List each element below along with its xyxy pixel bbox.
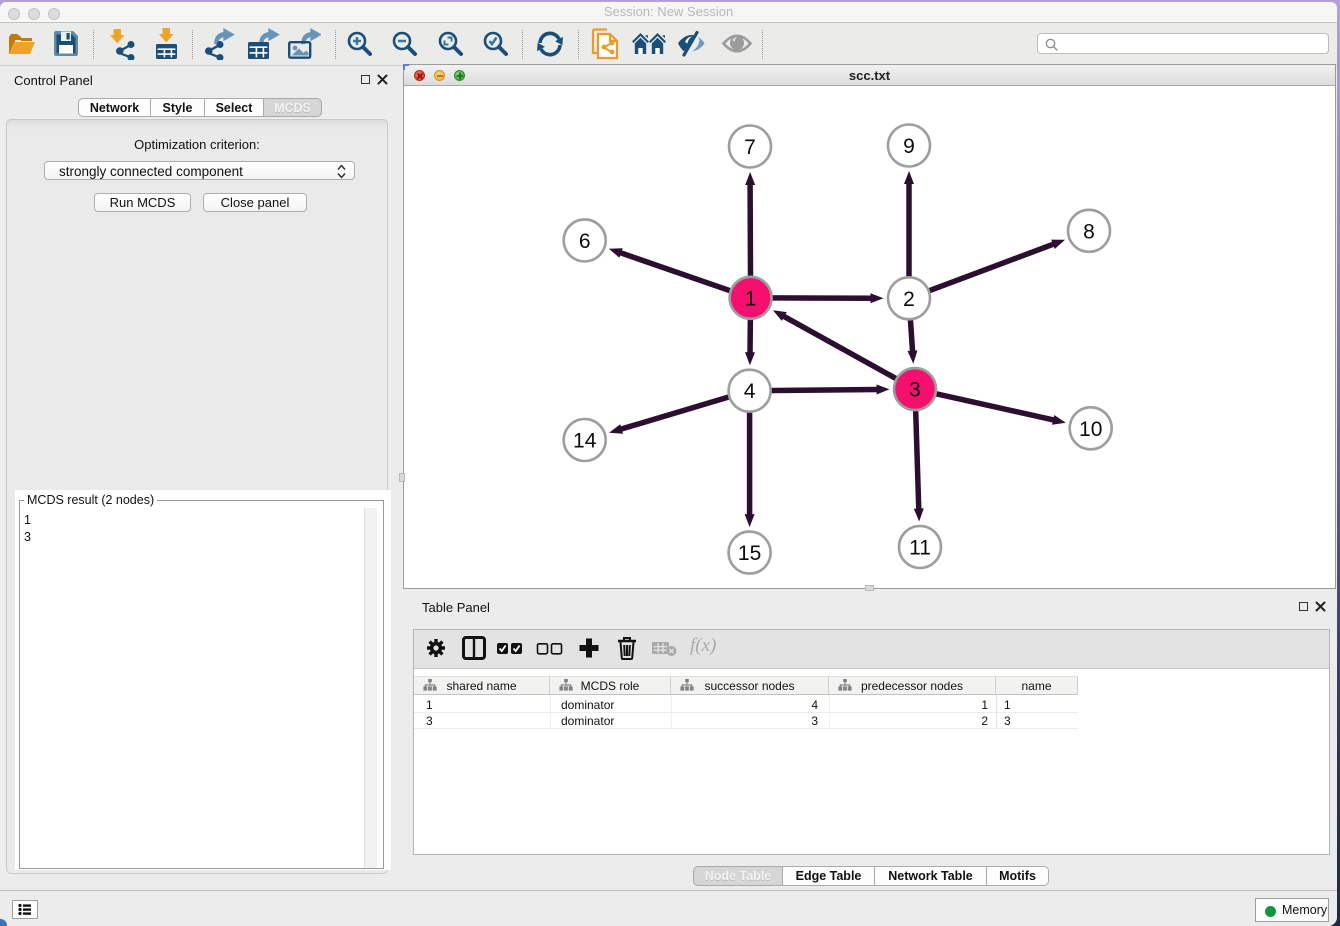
svg-text:3: 3 xyxy=(909,379,921,402)
svg-text:8: 8 xyxy=(1083,220,1095,243)
svg-text:6: 6 xyxy=(579,230,591,253)
svg-text:4: 4 xyxy=(744,380,756,403)
svg-text:1: 1 xyxy=(745,287,757,310)
svg-text:2: 2 xyxy=(903,288,915,311)
svg-text:9: 9 xyxy=(903,135,915,158)
svg-text:14: 14 xyxy=(573,430,597,453)
svg-text:10: 10 xyxy=(1079,418,1102,441)
svg-text:15: 15 xyxy=(738,542,761,565)
svg-text:7: 7 xyxy=(744,136,756,159)
svg-text:11: 11 xyxy=(909,537,931,560)
